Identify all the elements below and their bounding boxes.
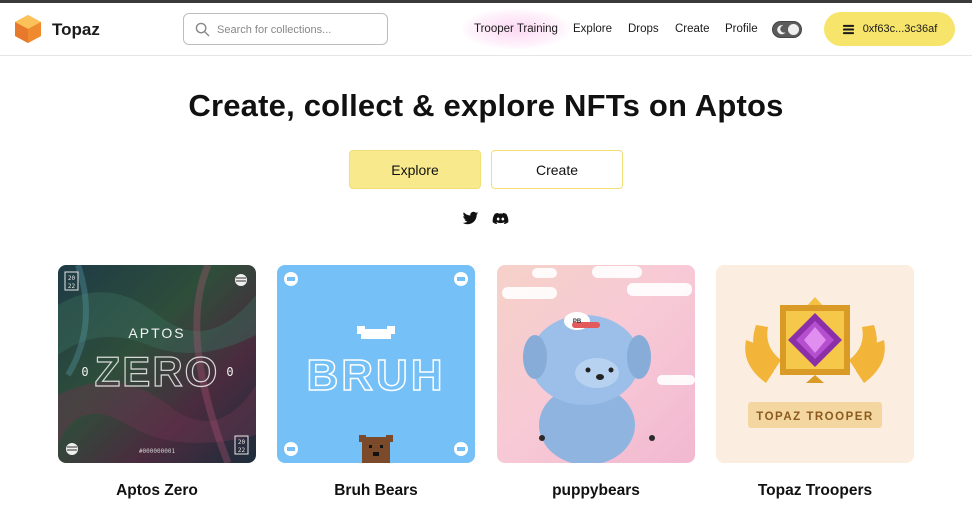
wallet-address: 0xf63c...3c36af: [862, 23, 938, 35]
nav-link-profile[interactable]: Profile: [725, 23, 758, 35]
discord-icon[interactable]: [492, 210, 509, 227]
wallet-icon: [842, 24, 854, 34]
search-input[interactable]: [217, 20, 377, 40]
topaz-troopers-artwork: TOPAZ TROOPER: [716, 265, 914, 463]
art-text-aptos: APTOS: [128, 325, 185, 341]
collection-card-bruh-bears[interactable]: BRUH: [277, 265, 475, 463]
nav-link-explore[interactable]: Explore: [573, 23, 612, 35]
art-text-22-bottom: 22: [238, 447, 246, 454]
collection-card-topaz-troopers[interactable]: TOPAZ TROOPER: [716, 265, 914, 463]
explore-button[interactable]: Explore: [349, 150, 481, 189]
collection-title-aptos-zero[interactable]: Aptos Zero: [58, 482, 256, 500]
art-text-22-top: 22: [68, 283, 76, 290]
collection-title-topaz-troopers[interactable]: Topaz Troopers: [716, 482, 914, 500]
create-button[interactable]: Create: [491, 150, 623, 189]
toggle-knob: [788, 24, 799, 35]
search-icon: [195, 22, 210, 37]
art-text-zero-right: 0: [226, 365, 233, 379]
collection-card-aptos-zero[interactable]: 20 22 20 22 APTOS ZERO 0 0 #000000001: [58, 265, 256, 463]
collection-title-bruh-bears[interactable]: Bruh Bears: [277, 482, 475, 500]
art-text-zero-left: 0: [81, 365, 88, 379]
aptos-zero-artwork: 20 22 20 22 APTOS ZERO 0 0 #000000001: [58, 265, 256, 463]
puppybears-artwork: PB: [497, 265, 695, 463]
nav-link-trooper-training[interactable]: Trooper Training: [474, 23, 558, 35]
dark-mode-toggle[interactable]: [772, 21, 802, 38]
collection-card-puppybears[interactable]: PB: [497, 265, 695, 463]
bruh-bears-artwork: BRUH: [277, 265, 475, 463]
topaz-logo-icon[interactable]: [14, 14, 42, 44]
moon-icon: [777, 25, 786, 35]
nav-link-create[interactable]: Create: [675, 23, 710, 35]
art-text-20-top: 20: [68, 275, 76, 282]
nav-link-drops[interactable]: Drops: [628, 23, 659, 35]
twitter-icon[interactable]: [462, 210, 479, 227]
wallet-button[interactable]: 0xf63c...3c36af: [824, 12, 955, 46]
navbar: Topaz Trooper Training Explore Drops Cre…: [0, 3, 972, 56]
art-text-20-bottom: 20: [238, 439, 246, 446]
art-text-zero: ZERO: [95, 348, 220, 395]
art-text-token-id: #000000001: [139, 448, 176, 455]
hero-title: Create, collect & explore NFTs on Aptos: [188, 88, 784, 123]
art-text-topaz-trooper: TOPAZ TROOPER: [756, 411, 873, 423]
brand-name[interactable]: Topaz: [52, 20, 100, 40]
art-text-bruh: BRUH: [306, 351, 445, 400]
collection-title-puppybears[interactable]: puppybears: [497, 482, 695, 500]
search-box[interactable]: [183, 13, 388, 45]
art-text-pb: PB: [573, 319, 582, 325]
